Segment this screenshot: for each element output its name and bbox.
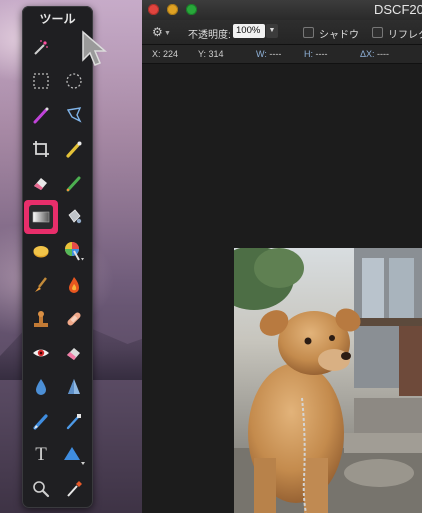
text-tool-icon[interactable]: T <box>28 442 54 468</box>
reflect-label: リフレク <box>388 30 422 41</box>
eyedropper-icon[interactable] <box>61 136 87 162</box>
pen-icon[interactable] <box>28 408 54 434</box>
magic-wand-icon[interactable] <box>28 34 54 60</box>
minimize-button[interactable] <box>167 4 178 15</box>
dog-photo[interactable] <box>234 248 422 513</box>
smudge-brush-icon[interactable] <box>28 272 54 298</box>
pointer-tool-icon <box>80 30 110 75</box>
shadow-label: シャドウ <box>319 30 359 41</box>
opacity-field[interactable]: 100% <box>233 24 265 38</box>
dx-readout: ΔX: ---- <box>360 49 390 59</box>
gear-icon[interactable]: ⚙ <box>152 25 163 39</box>
paint-bucket-icon[interactable] <box>61 204 87 230</box>
canvas-area[interactable] <box>142 64 422 513</box>
shape-icon[interactable] <box>61 442 87 468</box>
text-tool-glyph: T <box>35 444 47 465</box>
sharpen-icon[interactable] <box>61 374 87 400</box>
burn-icon[interactable] <box>61 272 87 298</box>
y-readout: Y: 314 <box>198 49 224 59</box>
color-picker-icon[interactable] <box>61 476 87 502</box>
document-title: DSCF20 <box>374 2 422 17</box>
x-readout: X: 224 <box>152 49 179 59</box>
eraser-pink-icon[interactable] <box>61 340 87 366</box>
close-button[interactable] <box>148 4 159 15</box>
sponge-icon[interactable] <box>28 238 54 264</box>
w-readout: W: ---- <box>256 49 282 59</box>
h-readout: H: ---- <box>304 49 328 59</box>
red-eye-icon[interactable] <box>28 340 54 366</box>
opacity-label: 不透明度: <box>188 30 231 41</box>
info-bar: X: 224 Y: 314 W: ---- H: ---- ΔX: ---- <box>142 45 422 64</box>
zoom-icon[interactable] <box>28 476 54 502</box>
opacity-dropdown[interactable]: ▼ <box>266 24 278 38</box>
editor-window: DSCF20 ⚙ ▼ 不透明度: 100% ▼ シャドウ リフレク X: 224… <box>142 0 422 513</box>
eraser-icon[interactable] <box>28 170 54 196</box>
pencil-icon[interactable] <box>61 170 87 196</box>
brush-select-icon[interactable] <box>28 102 54 128</box>
title-bar: DSCF20 <box>142 0 422 20</box>
rect-select-icon[interactable] <box>28 68 54 94</box>
chevron-down-icon: ▼ <box>164 30 171 37</box>
vector-pen-icon[interactable] <box>61 408 87 434</box>
zoom-button[interactable] <box>186 4 197 15</box>
blur-drop-icon[interactable] <box>28 374 54 400</box>
heal-bandage-icon[interactable] <box>61 306 87 332</box>
lasso-icon[interactable] <box>61 102 87 128</box>
palette-title: ツール <box>39 12 76 26</box>
gradient-icon[interactable] <box>24 200 58 234</box>
crop-icon[interactable] <box>28 136 54 162</box>
clone-stamp-icon[interactable] <box>28 306 54 332</box>
options-toolbar: ⚙ ▼ 不透明度: 100% ▼ シャドウ リフレク <box>142 20 422 45</box>
tool-palette: ツール T <box>22 6 108 508</box>
shadow-checkbox[interactable] <box>303 27 314 38</box>
reflect-checkbox[interactable] <box>372 27 383 38</box>
color-wheel-icon[interactable] <box>61 238 87 264</box>
